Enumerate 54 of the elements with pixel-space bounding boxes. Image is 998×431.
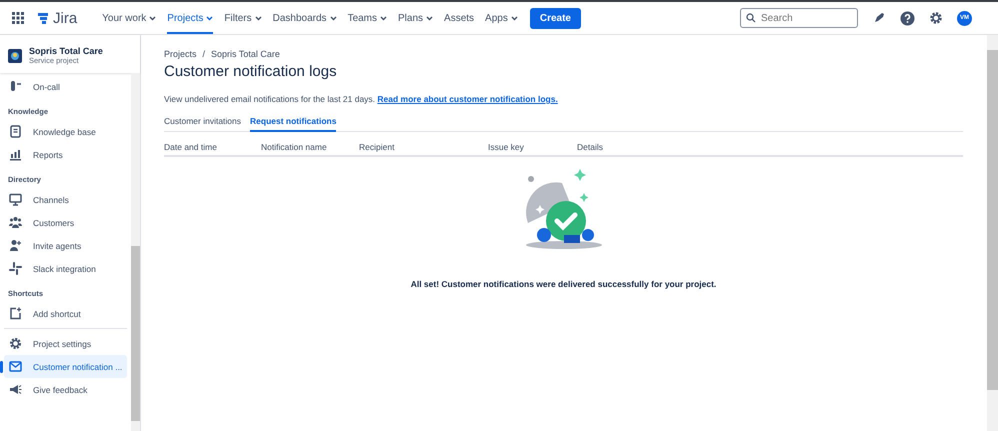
breadcrumb-link[interactable]: Projects xyxy=(164,49,197,59)
sidebar-item[interactable]: Customers xyxy=(4,211,128,234)
mail-icon xyxy=(9,360,22,373)
gear-icon xyxy=(9,337,22,350)
column-header[interactable]: Date and time xyxy=(164,142,261,152)
page-title: Customer notification logs xyxy=(164,63,338,80)
nav-item[interactable]: Your work xyxy=(102,2,156,34)
sidebar-item[interactable]: Reports xyxy=(4,143,128,166)
monitor-icon xyxy=(9,193,22,206)
empty-state-message: All set! Customer notifications were delivered successfully for your project. xyxy=(410,279,716,289)
megaphone-icon xyxy=(9,383,22,396)
sidebar-scrollbar[interactable] xyxy=(131,73,140,431)
tab[interactable]: Customer invitations xyxy=(164,116,242,132)
nav-item[interactable]: Plans xyxy=(398,2,434,34)
breadcrumb-separator: / xyxy=(202,49,206,59)
read-more-link[interactable]: Read more about customer notification logs. xyxy=(377,94,558,104)
column-header[interactable]: Issue key xyxy=(488,142,577,152)
sidebar-item[interactable]: Give feedback xyxy=(4,378,128,401)
column-header[interactable]: Notification name xyxy=(261,142,359,152)
person-add-icon xyxy=(9,239,22,252)
column-header[interactable]: Recipient xyxy=(359,142,488,152)
phone-icon xyxy=(9,80,22,93)
settings-icon[interactable] xyxy=(929,11,943,25)
sidebar-item[interactable]: Project settings xyxy=(4,332,128,355)
column-header[interactable]: Details xyxy=(577,142,697,152)
sidebar-item[interactable]: Add shortcut xyxy=(4,302,128,325)
nav-item[interactable]: Apps xyxy=(485,2,518,34)
nav-item[interactable]: Assets xyxy=(444,2,474,34)
nav-item[interactable]: Projects xyxy=(167,2,214,34)
chart-icon xyxy=(9,148,22,161)
help-icon[interactable] xyxy=(900,10,915,26)
plus-square-icon xyxy=(9,307,22,320)
page-scrollbar[interactable] xyxy=(987,35,998,431)
tab[interactable]: Request notifications xyxy=(250,116,336,132)
people-icon xyxy=(9,216,22,229)
book-icon xyxy=(9,125,22,138)
project-avatar-icon xyxy=(8,48,22,62)
grid-icon xyxy=(9,262,22,275)
project-name[interactable]: Sopris Total Care xyxy=(29,46,103,56)
nav-item[interactable]: Dashboards xyxy=(272,2,337,34)
sidebar-item[interactable]: Channels xyxy=(4,188,128,211)
sidebar-item[interactable]: Knowledge base xyxy=(4,120,128,143)
nav-item[interactable]: Filters xyxy=(224,2,262,34)
breadcrumb-link[interactable]: Sopris Total Care xyxy=(211,49,280,59)
create-button[interactable]: Create xyxy=(530,8,581,28)
nav-item[interactable]: Teams xyxy=(348,2,388,34)
sidebar-item[interactable]: Slack integration xyxy=(4,257,128,280)
description-text: View undelivered email notifications for the last 21 days. Read more about customer notification logs. xyxy=(164,94,559,104)
app-switcher-icon[interactable] xyxy=(12,12,24,24)
sidebar-item[interactable]: On-call xyxy=(4,75,128,98)
search-field[interactable]: Search xyxy=(740,8,858,28)
product-name[interactable]: Jira xyxy=(53,10,78,26)
sidebar-item[interactable]: Invite agents xyxy=(4,234,128,257)
jira-logo-icon xyxy=(36,11,50,25)
